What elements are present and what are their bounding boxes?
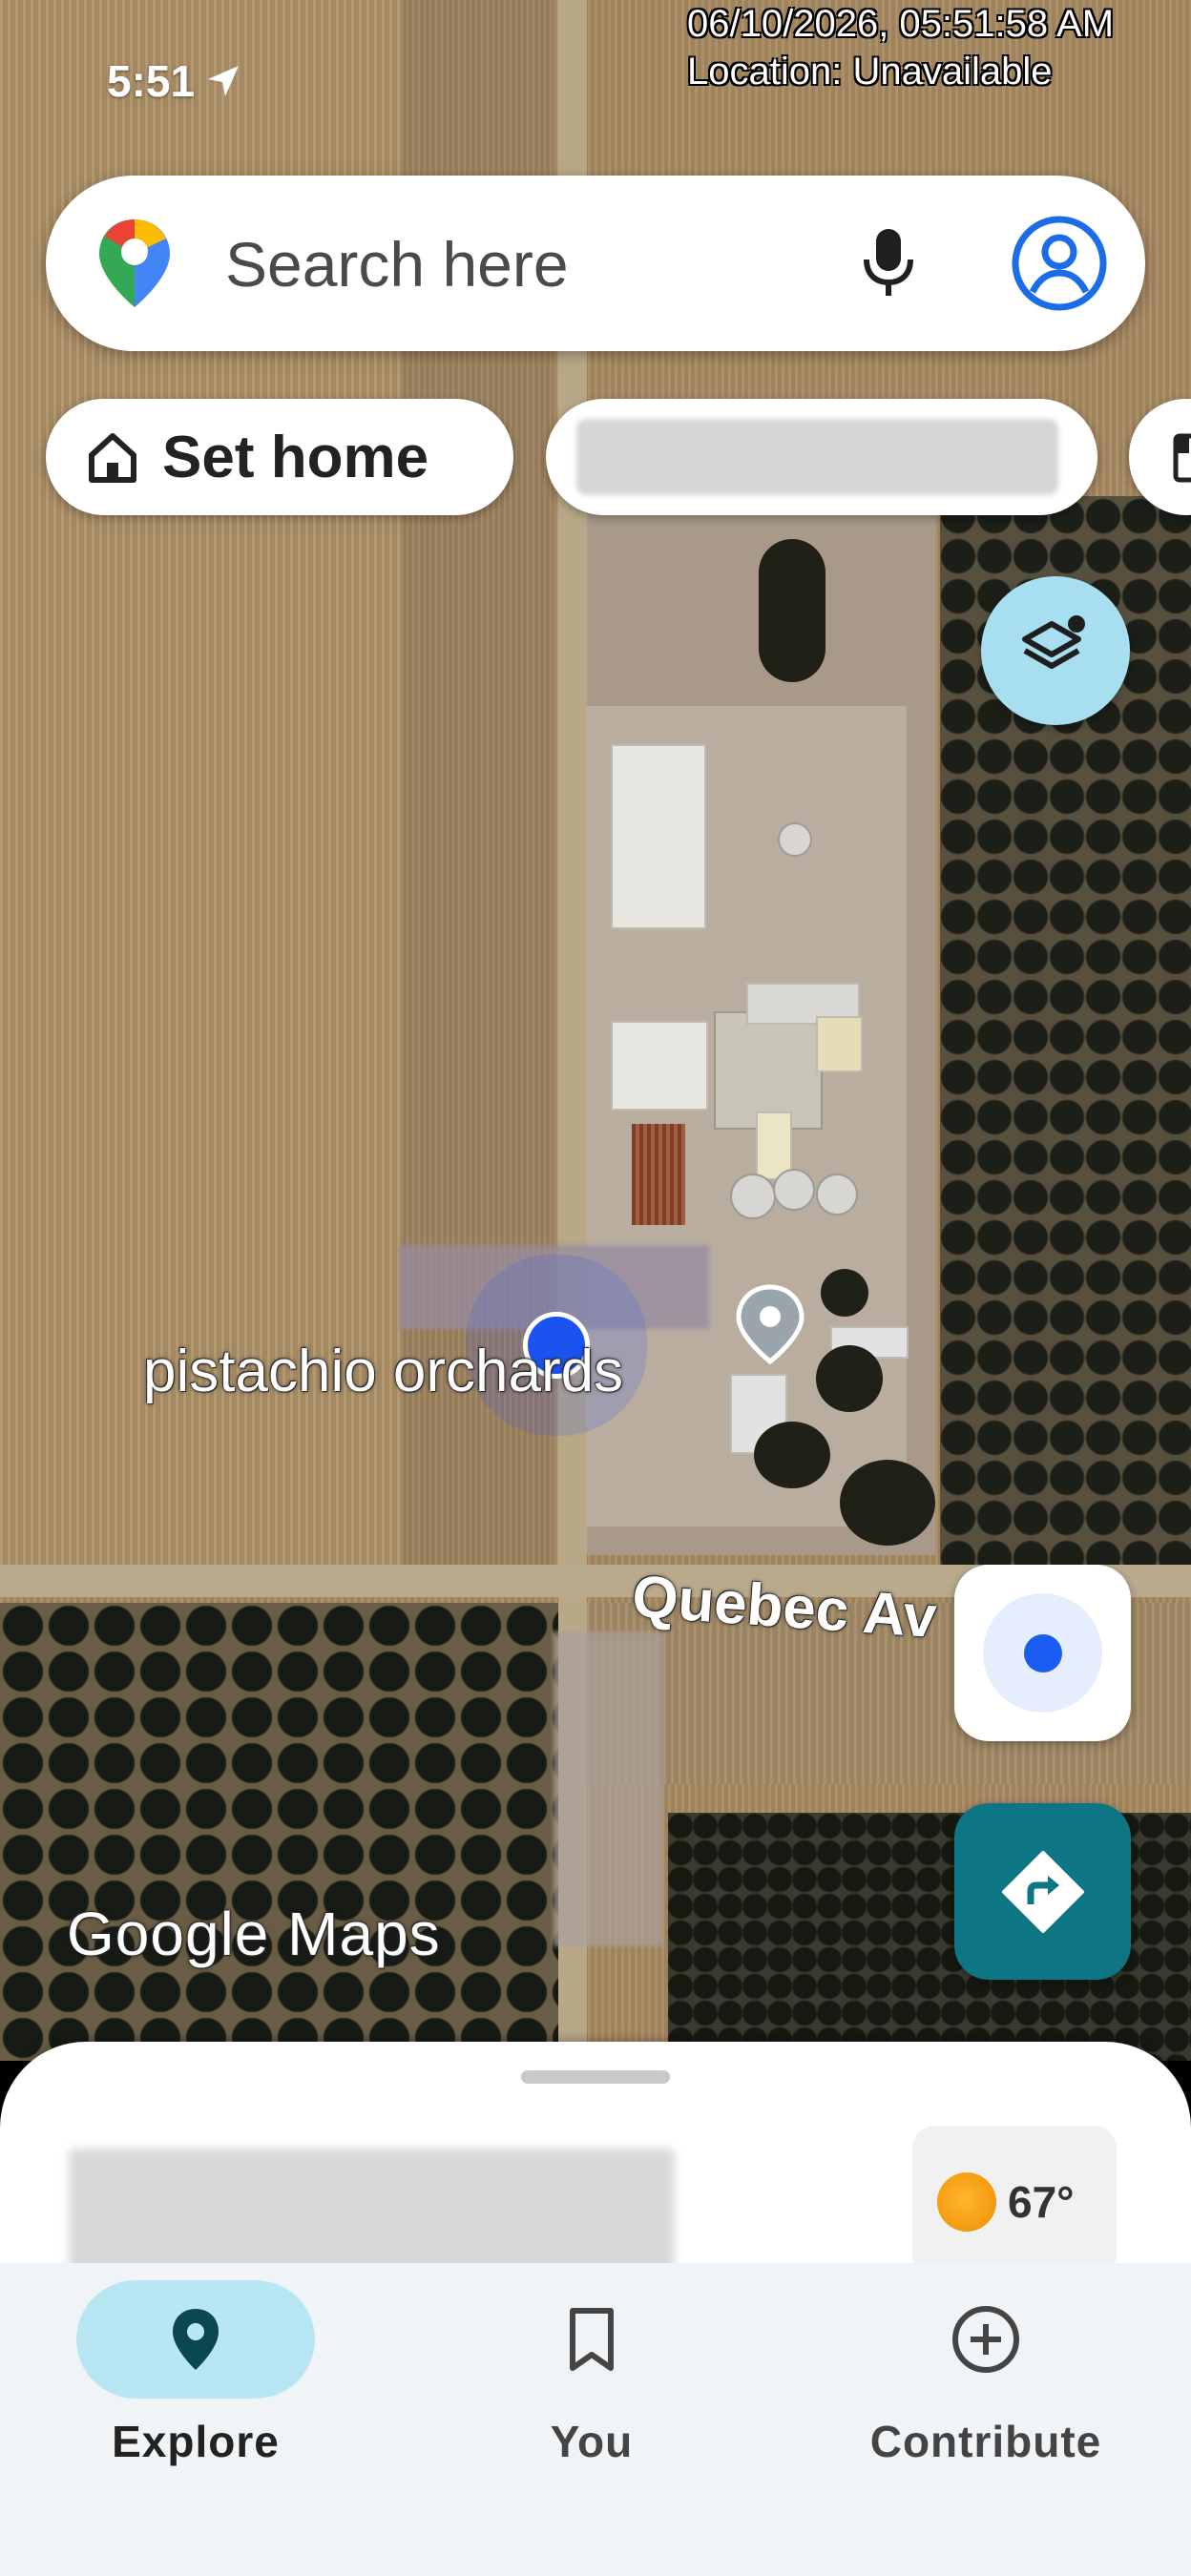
- set-home-label: Set home: [162, 424, 429, 490]
- tree: [821, 1269, 868, 1317]
- home-icon: [89, 433, 136, 483]
- status-time-text: 5:51: [107, 56, 196, 106]
- saved-place-chip[interactable]: [546, 399, 1097, 515]
- timestamp-overlay: 06/10/2026, 05:51:58 AM Location: Unavai…: [687, 0, 1114, 95]
- weather-chip[interactable]: 67°: [912, 2126, 1117, 2278]
- google-maps-logo: Google Maps: [67, 1900, 441, 1968]
- bottom-navigation: Explore You Contribute: [0, 2263, 1191, 2576]
- building: [816, 1016, 863, 1072]
- tree: [840, 1460, 935, 1546]
- search-input[interactable]: [223, 218, 838, 311]
- nav-item-explore[interactable]: Explore: [38, 2263, 353, 2492]
- tank: [778, 822, 812, 857]
- redacted-chip-label: [576, 419, 1058, 495]
- location-arrow-icon: [208, 66, 240, 96]
- nav-label: You: [550, 2417, 634, 2466]
- directions-button[interactable]: [954, 1803, 1131, 1980]
- sheet-drag-handle[interactable]: [521, 2070, 670, 2084]
- explore-pin-icon: [173, 2309, 219, 2370]
- microphone-icon[interactable]: [846, 219, 931, 305]
- status-bar-time: 5:51: [107, 55, 242, 107]
- map-layers-button[interactable]: [981, 576, 1130, 725]
- nav-item-contribute[interactable]: Contribute: [828, 2263, 1143, 2492]
- overlay-datetime: 06/10/2026, 05:51:58 AM: [687, 3, 1115, 45]
- orchard-south: [0, 1603, 558, 2061]
- account-avatar-icon[interactable]: [1010, 214, 1109, 313]
- redacted-area: [554, 1631, 663, 1946]
- weather-temperature: 67°: [1008, 2177, 1075, 2227]
- nav-item-you[interactable]: You: [434, 2263, 749, 2492]
- silo: [730, 1174, 776, 1219]
- add-circle-icon: [952, 2306, 1019, 2373]
- silo: [773, 1169, 815, 1211]
- tree-cluster: [759, 539, 825, 682]
- google-maps-pin-icon: [99, 219, 170, 307]
- storage-pile: [632, 1124, 685, 1225]
- tree: [816, 1345, 883, 1412]
- directions-icon: [1002, 1851, 1084, 1933]
- nav-label: Contribute: [869, 2417, 1102, 2466]
- place-label[interactable]: pistachio orchards: [143, 1338, 623, 1405]
- sun-icon: [937, 2172, 996, 2232]
- my-location-icon: [1024, 1634, 1062, 1672]
- set-home-chip[interactable]: Set home: [46, 399, 513, 515]
- silo: [816, 1174, 858, 1215]
- building: [611, 1021, 708, 1111]
- layers-icon: [1022, 615, 1085, 669]
- nav-label: Explore: [112, 2417, 280, 2466]
- my-location-button[interactable]: [954, 1565, 1131, 1741]
- place-pin-icon[interactable]: [727, 1281, 813, 1367]
- redacted-area-name: [69, 2149, 675, 2282]
- building: [611, 744, 706, 929]
- briefcase-icon: [1173, 433, 1191, 483]
- tree: [754, 1422, 830, 1488]
- search-bar[interactable]: [46, 176, 1145, 351]
- overlay-location: Location: Unavailable: [687, 51, 1053, 93]
- bookmark-icon: [570, 2308, 614, 2371]
